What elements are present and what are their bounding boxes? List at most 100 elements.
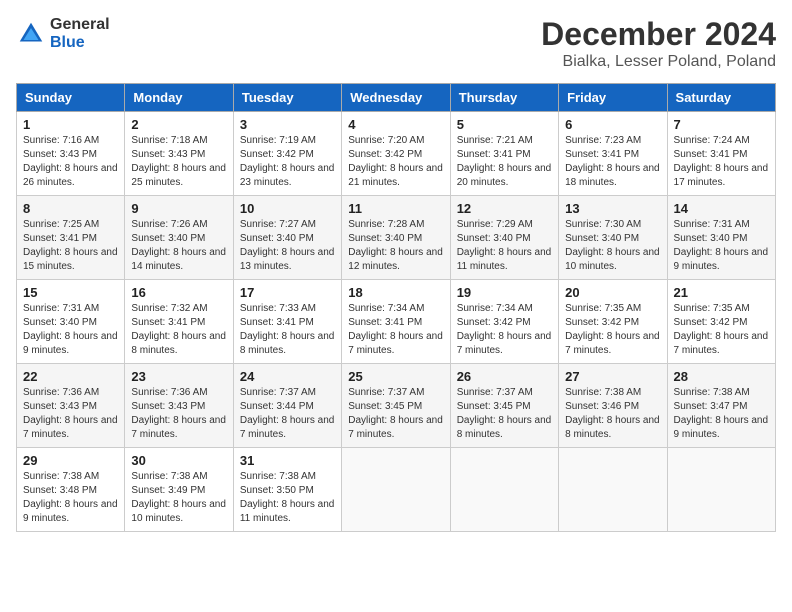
weekday-header-sunday: Sunday	[17, 84, 125, 112]
calendar-cell: 13Sunrise: 7:30 AMSunset: 3:40 PMDayligh…	[559, 196, 667, 280]
calendar-cell	[342, 448, 450, 532]
calendar-cell: 22Sunrise: 7:36 AMSunset: 3:43 PMDayligh…	[17, 364, 125, 448]
weekday-header-thursday: Thursday	[450, 84, 558, 112]
day-number: 27	[565, 369, 660, 384]
day-number: 13	[565, 201, 660, 216]
calendar-week-row: 8 Sunrise: 7:25 AMSunset: 3:41 PMDaylight…	[17, 196, 776, 280]
day-number: 8	[23, 201, 118, 216]
day-number: 20	[565, 285, 660, 300]
calendar-cell: 23Sunrise: 7:36 AMSunset: 3:43 PMDayligh…	[125, 364, 233, 448]
day-number: 7	[674, 117, 769, 132]
calendar-cell	[667, 448, 775, 532]
calendar-subtitle: Bialka, Lesser Poland, Poland	[541, 53, 776, 71]
day-number: 5	[457, 117, 552, 132]
calendar-cell: 27 Sunrise: 7:38 AMSunset: 3:46 PMDayligh…	[559, 364, 667, 448]
day-info: Sunrise: 7:26 AMSunset: 3:40 PMDaylight:…	[131, 218, 226, 274]
day-info: Sunrise: 7:21 AMSunset: 3:41 PMDaylight:…	[457, 134, 552, 190]
day-info: Sunrise: 7:29 AMSunset: 3:40 PMDaylight:…	[457, 218, 552, 274]
calendar-cell: 8 Sunrise: 7:25 AMSunset: 3:41 PMDaylight…	[17, 196, 125, 280]
calendar-cell: 7 Sunrise: 7:24 AMSunset: 3:41 PMDaylight…	[667, 112, 775, 196]
calendar-cell: 9Sunrise: 7:26 AMSunset: 3:40 PMDaylight…	[125, 196, 233, 280]
title-section: December 2024 Bialka, Lesser Poland, Pol…	[541, 16, 776, 71]
calendar-table: SundayMondayTuesdayWednesdayThursdayFrid…	[16, 83, 776, 532]
calendar-week-row: 22Sunrise: 7:36 AMSunset: 3:43 PMDayligh…	[17, 364, 776, 448]
day-info: Sunrise: 7:19 AMSunset: 3:42 PMDaylight:…	[240, 134, 335, 190]
day-number: 18	[348, 285, 443, 300]
calendar-cell: 6 Sunrise: 7:23 AMSunset: 3:41 PMDaylight…	[559, 112, 667, 196]
day-number: 23	[131, 369, 226, 384]
logo: General Blue	[16, 16, 110, 51]
day-number: 4	[348, 117, 443, 132]
day-info: Sunrise: 7:34 AMSunset: 3:41 PMDaylight:…	[348, 302, 443, 358]
day-info: Sunrise: 7:38 AMSunset: 3:49 PMDaylight:…	[131, 470, 226, 526]
day-number: 15	[23, 285, 118, 300]
logo-text: General Blue	[50, 16, 110, 51]
day-info: Sunrise: 7:34 AMSunset: 3:42 PMDaylight:…	[457, 302, 552, 358]
calendar-cell: 20 Sunrise: 7:35 AMSunset: 3:42 PMDayligh…	[559, 280, 667, 364]
day-number: 16	[131, 285, 226, 300]
day-info: Sunrise: 7:38 AMSunset: 3:48 PMDaylight:…	[23, 470, 118, 526]
calendar-cell	[450, 448, 558, 532]
calendar-cell: 28 Sunrise: 7:38 AMSunset: 3:47 PMDayligh…	[667, 364, 775, 448]
calendar-cell	[559, 448, 667, 532]
logo-icon	[16, 19, 46, 49]
weekday-header-tuesday: Tuesday	[233, 84, 341, 112]
logo-blue-text: Blue	[50, 34, 110, 52]
day-info: Sunrise: 7:25 AMSunset: 3:41 PMDaylight:…	[23, 218, 118, 274]
day-info: Sunrise: 7:27 AMSunset: 3:40 PMDaylight:…	[240, 218, 335, 274]
calendar-cell: 5 Sunrise: 7:21 AMSunset: 3:41 PMDaylight…	[450, 112, 558, 196]
day-info: Sunrise: 7:35 AMSunset: 3:42 PMDaylight:…	[674, 302, 769, 358]
day-info: Sunrise: 7:38 AMSunset: 3:46 PMDaylight:…	[565, 386, 660, 442]
day-info: Sunrise: 7:23 AMSunset: 3:41 PMDaylight:…	[565, 134, 660, 190]
day-info: Sunrise: 7:35 AMSunset: 3:42 PMDaylight:…	[565, 302, 660, 358]
day-number: 3	[240, 117, 335, 132]
day-number: 6	[565, 117, 660, 132]
day-info: Sunrise: 7:31 AMSunset: 3:40 PMDaylight:…	[23, 302, 118, 358]
calendar-cell: 10Sunrise: 7:27 AMSunset: 3:40 PMDayligh…	[233, 196, 341, 280]
weekday-header-wednesday: Wednesday	[342, 84, 450, 112]
day-number: 14	[674, 201, 769, 216]
day-info: Sunrise: 7:16 AMSunset: 3:43 PMDaylight:…	[23, 134, 118, 190]
day-number: 25	[348, 369, 443, 384]
calendar-cell: 18 Sunrise: 7:34 AMSunset: 3:41 PMDayligh…	[342, 280, 450, 364]
calendar-cell: 30 Sunrise: 7:38 AMSunset: 3:49 PMDayligh…	[125, 448, 233, 532]
day-info: Sunrise: 7:38 AMSunset: 3:47 PMDaylight:…	[674, 386, 769, 442]
calendar-cell: 29 Sunrise: 7:38 AMSunset: 3:48 PMDayligh…	[17, 448, 125, 532]
calendar-cell: 2 Sunrise: 7:18 AMSunset: 3:43 PMDaylight…	[125, 112, 233, 196]
day-info: Sunrise: 7:37 AMSunset: 3:44 PMDaylight:…	[240, 386, 335, 442]
day-info: Sunrise: 7:28 AMSunset: 3:40 PMDaylight:…	[348, 218, 443, 274]
day-info: Sunrise: 7:31 AMSunset: 3:40 PMDaylight:…	[674, 218, 769, 274]
day-info: Sunrise: 7:18 AMSunset: 3:43 PMDaylight:…	[131, 134, 226, 190]
day-number: 26	[457, 369, 552, 384]
day-number: 24	[240, 369, 335, 384]
day-info: Sunrise: 7:24 AMSunset: 3:41 PMDaylight:…	[674, 134, 769, 190]
day-number: 11	[348, 201, 443, 216]
calendar-cell: 31Sunrise: 7:38 AMSunset: 3:50 PMDayligh…	[233, 448, 341, 532]
weekday-header-monday: Monday	[125, 84, 233, 112]
calendar-week-row: 1Sunrise: 7:16 AMSunset: 3:43 PMDaylight…	[17, 112, 776, 196]
day-info: Sunrise: 7:37 AMSunset: 3:45 PMDaylight:…	[457, 386, 552, 442]
day-number: 2	[131, 117, 226, 132]
day-info: Sunrise: 7:20 AMSunset: 3:42 PMDaylight:…	[348, 134, 443, 190]
calendar-cell: 24 Sunrise: 7:37 AMSunset: 3:44 PMDayligh…	[233, 364, 341, 448]
calendar-cell: 12 Sunrise: 7:29 AMSunset: 3:40 PMDayligh…	[450, 196, 558, 280]
logo-general-text: General	[50, 16, 110, 34]
day-info: Sunrise: 7:37 AMSunset: 3:45 PMDaylight:…	[348, 386, 443, 442]
day-info: Sunrise: 7:38 AMSunset: 3:50 PMDaylight:…	[240, 470, 335, 526]
calendar-week-row: 15 Sunrise: 7:31 AMSunset: 3:40 PMDayligh…	[17, 280, 776, 364]
day-number: 30	[131, 453, 226, 468]
calendar-cell: 1Sunrise: 7:16 AMSunset: 3:43 PMDaylight…	[17, 112, 125, 196]
calendar-cell: 11 Sunrise: 7:28 AMSunset: 3:40 PMDayligh…	[342, 196, 450, 280]
calendar-cell: 4 Sunrise: 7:20 AMSunset: 3:42 PMDaylight…	[342, 112, 450, 196]
day-info: Sunrise: 7:32 AMSunset: 3:41 PMDaylight:…	[131, 302, 226, 358]
calendar-week-row: 29 Sunrise: 7:38 AMSunset: 3:48 PMDayligh…	[17, 448, 776, 532]
calendar-cell: 14 Sunrise: 7:31 AMSunset: 3:40 PMDayligh…	[667, 196, 775, 280]
calendar-cell: 15 Sunrise: 7:31 AMSunset: 3:40 PMDayligh…	[17, 280, 125, 364]
day-number: 17	[240, 285, 335, 300]
day-number: 29	[23, 453, 118, 468]
calendar-cell: 17Sunrise: 7:33 AMSunset: 3:41 PMDayligh…	[233, 280, 341, 364]
weekday-header-friday: Friday	[559, 84, 667, 112]
calendar-cell: 26 Sunrise: 7:37 AMSunset: 3:45 PMDayligh…	[450, 364, 558, 448]
day-number: 28	[674, 369, 769, 384]
day-number: 12	[457, 201, 552, 216]
